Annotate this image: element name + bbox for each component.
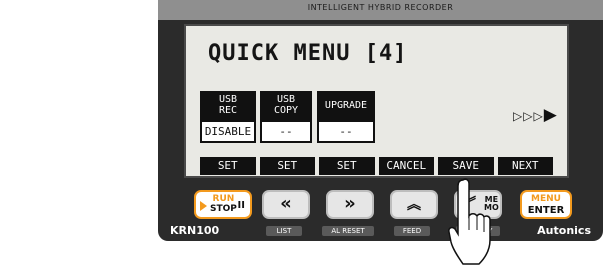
softkey-set-2[interactable]: SET: [259, 157, 315, 175]
list-label: LIST: [266, 226, 302, 236]
menu-enter-button[interactable]: MENU ENTER: [520, 190, 572, 219]
usb-copy-label: USB COPY: [260, 91, 312, 122]
device-title: INTELLIGENT HYBRID RECORDER: [307, 3, 454, 12]
model-label: KRN100: [170, 224, 220, 237]
pause-icon: II: [237, 200, 245, 211]
brand-logo: Autonics: [537, 224, 591, 237]
double-chevron-up-icon: ︽: [407, 197, 421, 213]
softkey-bar: SET SET SET CANCEL SAVE NEXT: [200, 157, 553, 175]
usb-copy-item[interactable]: USB COPY --: [260, 91, 312, 143]
usb-copy-value: --: [260, 122, 312, 143]
panel-header: INTELLIGENT HYBRID RECORDER: [158, 0, 603, 20]
run-text: RUN: [212, 194, 235, 204]
upgrade-label: UPGRADE: [317, 91, 375, 122]
usb-rec-value: DISABLE: [200, 122, 256, 143]
right-button[interactable]: »: [326, 190, 374, 219]
menu-enter-label: MENU ENTER: [522, 194, 570, 216]
lcd-screen: QUICK MENU [4] USB REC DISABLE USB COPY …: [184, 24, 569, 178]
panel-footer: KRN100 LIST AL RESET FEED DISPLAY Autoni…: [158, 224, 603, 241]
menu-text: MENU: [531, 194, 561, 204]
run-stop-label: RUN STOP: [210, 194, 237, 214]
arrow-filled-icon: ▶: [543, 105, 558, 125]
usb-copy-line2: COPY: [273, 105, 299, 116]
quick-menu-title: QUICK MENU [4]: [208, 41, 408, 66]
softkey-set-1[interactable]: SET: [200, 157, 256, 175]
usb-copy-line1: USB: [276, 94, 296, 105]
recorder-panel: INTELLIGENT HYBRID RECORDER QUICK MENU […: [158, 0, 603, 241]
next-page-arrows: ▷▷▷▶: [513, 105, 558, 125]
usb-rec-line1: USB: [218, 94, 238, 105]
arrows-outline: ▷▷▷: [513, 109, 544, 123]
softkey-set-3[interactable]: SET: [319, 157, 375, 175]
upgrade-value: --: [317, 122, 375, 143]
feed-label: FEED: [394, 226, 430, 236]
usb-rec-item[interactable]: USB REC DISABLE: [200, 91, 256, 143]
hardware-button-row: RUN STOP II « » ︽ ︾ ME MO MENU ENTER: [158, 190, 603, 222]
usb-rec-line2: REC: [218, 105, 238, 116]
softkey-save[interactable]: SAVE: [438, 157, 494, 175]
play-icon: [200, 201, 207, 211]
al-reset-label: AL RESET: [322, 226, 374, 236]
run-stop-button[interactable]: RUN STOP II: [194, 190, 252, 219]
left-button[interactable]: «: [262, 190, 310, 219]
upgrade-line1: UPGRADE: [324, 100, 368, 111]
double-chevron-right-icon: »: [344, 193, 356, 214]
usb-rec-label: USB REC: [200, 91, 256, 122]
enter-text: ENTER: [527, 205, 565, 216]
stop-text: STOP: [210, 204, 237, 214]
upgrade-item[interactable]: UPGRADE --: [317, 91, 375, 143]
softkey-cancel[interactable]: CANCEL: [378, 157, 434, 175]
up-button[interactable]: ︽: [390, 190, 438, 219]
pointing-hand-icon: [448, 178, 491, 265]
double-chevron-left-icon: «: [280, 193, 292, 214]
softkey-next[interactable]: NEXT: [497, 157, 553, 175]
